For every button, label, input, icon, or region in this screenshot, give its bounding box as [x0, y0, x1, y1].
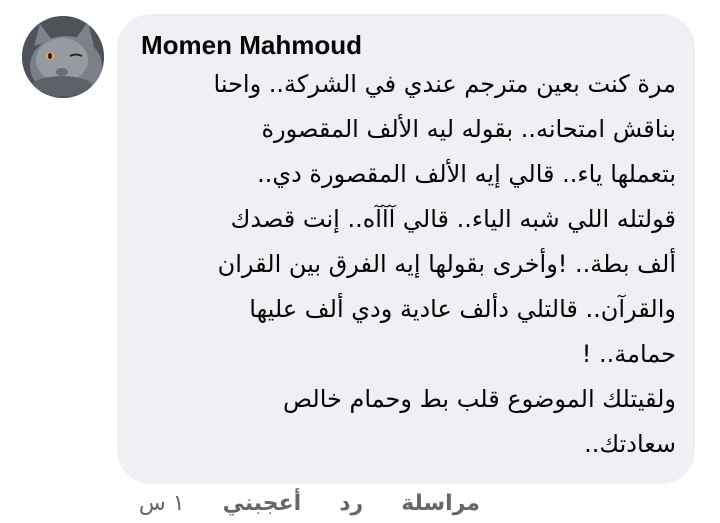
comment-body: مرة كنت بعين مترجم عندي في الشركة.. واحن…: [146, 62, 676, 467]
comment: Momen Mahmoud مرة كنت بعين مترجم عندي في…: [0, 0, 720, 523]
comment-line: ألف بطة.. !وأخرى بقولها إيه الفرق بين ال…: [217, 250, 676, 278]
cat-avatar-icon: [22, 16, 104, 98]
like-link[interactable]: أعجبني: [223, 491, 302, 516]
comment-line: بناقش امتحانه.. بقوله ليه الألف المقصورة: [261, 115, 676, 143]
comment-line: والقرآن.. قالتلي دألف عادية ودي ألف عليه…: [249, 295, 676, 323]
comment-line: حمامة.. !: [581, 340, 676, 368]
reply-link[interactable]: رد: [339, 491, 363, 516]
comment-actions: مراسلة رد أعجبني ١ س: [139, 486, 480, 520]
comment-line: قولتله اللي شبه الياء.. قالي آآآه.. إنت …: [230, 205, 676, 233]
timestamp[interactable]: ١ س: [139, 491, 185, 516]
comment-line: مرة كنت بعين مترجم عندي في الشركة.. واحن…: [213, 70, 676, 98]
comment-author[interactable]: Momen Mahmoud: [141, 28, 362, 62]
comment-line: ولقيتلك الموضوع قلب بط وحمام خالص: [283, 385, 676, 413]
comment-line: سعادتك..: [584, 430, 676, 458]
comment-line: بتعملها ياء.. قالي إيه الألف المقصورة دي…: [257, 160, 676, 188]
avatar[interactable]: [22, 16, 104, 98]
message-link[interactable]: مراسلة: [401, 491, 480, 516]
